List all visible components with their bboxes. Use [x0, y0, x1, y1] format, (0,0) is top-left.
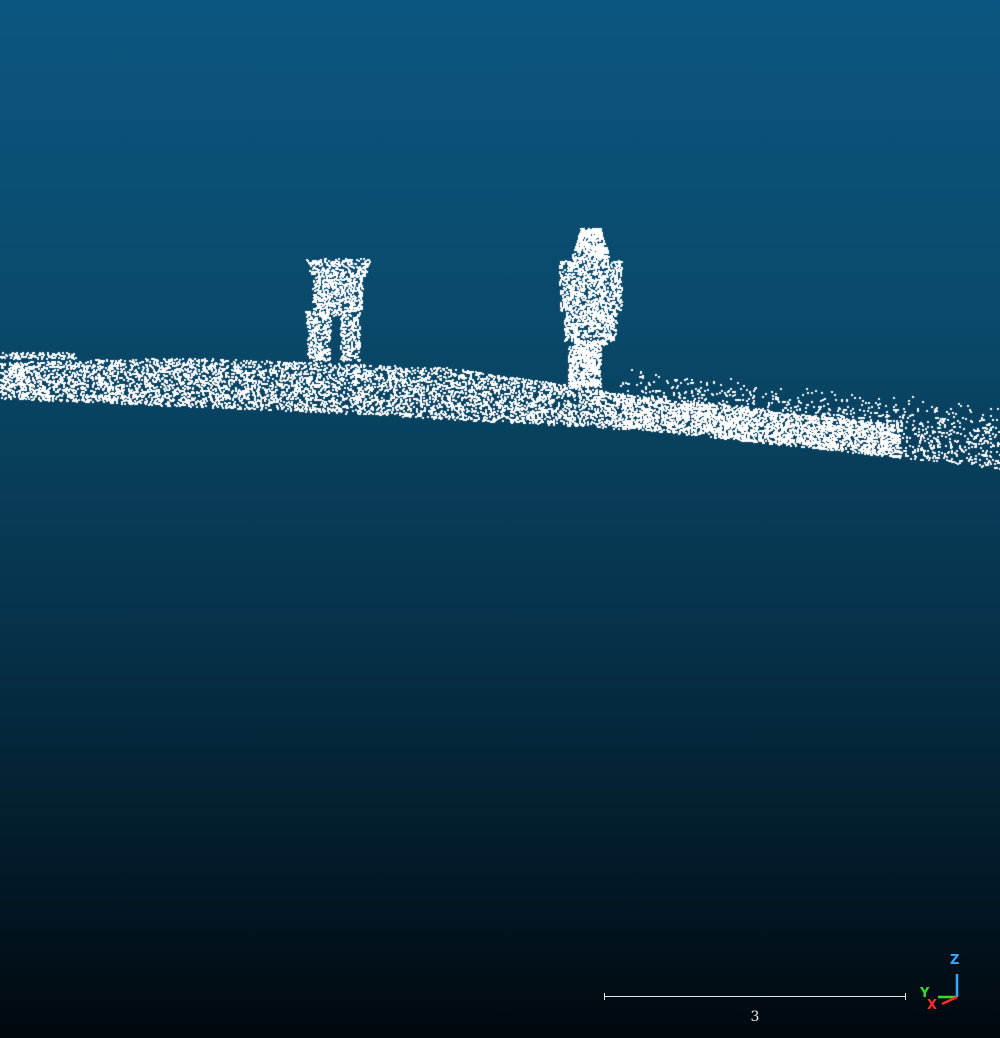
scale-bar: [604, 990, 908, 1004]
scale-bar-label: 3: [750, 1009, 760, 1025]
axis-x-label: X: [927, 998, 938, 1013]
scale-bar-tick-left: [604, 993, 605, 1000]
point-cloud-viewport[interactable]: 3 Z Y X: [0, 0, 1000, 1038]
axis-orientation-gizmo: Z Y X: [918, 950, 970, 1016]
axis-z-label: Z: [950, 953, 960, 968]
point-cloud-render[interactable]: [0, 0, 1000, 1038]
axis-lines: [938, 974, 959, 1006]
scale-bar-tick-right: [905, 993, 906, 1000]
scale-bar-line: [604, 996, 906, 997]
